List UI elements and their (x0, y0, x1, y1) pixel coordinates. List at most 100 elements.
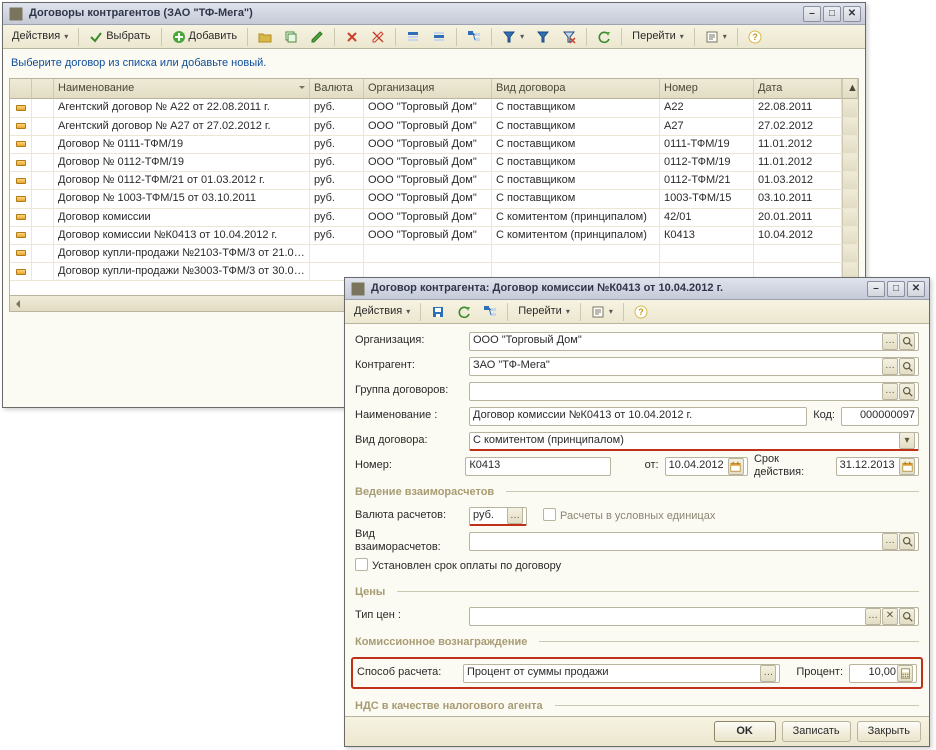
search-icon[interactable] (899, 383, 915, 400)
hierarchy-button[interactable] (462, 27, 486, 47)
search-icon[interactable] (899, 533, 915, 550)
table-row[interactable]: Агентский договор № А27 от 27.02.2012 г.… (10, 118, 858, 136)
funnel-off-icon (562, 30, 576, 44)
counterparty-input[interactable]: ЗАО "ТФ-Мега"… (469, 357, 919, 376)
main-titlebar[interactable]: Договоры контрагентов (ЗАО "ТФ-Мега") – … (3, 3, 865, 25)
grid-header[interactable]: Наименование Валюта Организация Вид дого… (10, 79, 858, 99)
calc-icon[interactable] (897, 665, 913, 682)
edit-button[interactable] (305, 27, 329, 47)
table-row[interactable]: Договор комиссии №К0413 от 10.04.2012 г.… (10, 227, 858, 245)
filter-set-button[interactable]: ▾ (497, 27, 529, 47)
date-valid-input[interactable]: 31.12.2013 (836, 457, 919, 476)
properties-button[interactable]: ▾ (700, 27, 732, 47)
number-input[interactable]: К0413 (465, 457, 610, 476)
price-type-input[interactable]: …✕ (469, 607, 919, 626)
dlg-close-button[interactable]: ✕ (907, 281, 925, 297)
dlg-help-button[interactable] (629, 302, 653, 322)
search-icon[interactable] (899, 358, 915, 375)
table-row[interactable]: Договор купли-продажи №2103-ТФМ/3 от 21.… (10, 245, 858, 263)
dlg-save-button[interactable] (426, 302, 450, 322)
cell-type (492, 245, 660, 263)
actions-menu[interactable]: Действия▾ (7, 27, 73, 47)
table-row[interactable]: Агентский договор № А22 от 22.08.2011 г.… (10, 99, 858, 117)
type-select[interactable]: С комитентом (принципалом)▾ (469, 432, 919, 451)
currency-input[interactable]: руб.… (469, 507, 527, 526)
dlg-maximize-button[interactable]: □ (887, 281, 905, 297)
copy-button[interactable] (279, 27, 303, 47)
main-maximize-button[interactable]: □ (823, 6, 841, 22)
col-type[interactable]: Вид договора (492, 79, 660, 99)
add-button[interactable]: Добавить (167, 27, 243, 47)
main-title: Договоры контрагентов (ЗАО "ТФ-Мега") (29, 7, 797, 20)
table-row[interactable]: Договор № 1003-ТФМ/15 от 03.10.2011руб.О… (10, 190, 858, 208)
dlg-props-button[interactable]: ▾ (586, 302, 618, 322)
chk-conventional[interactable]: Расчеты в условных единицах (543, 508, 715, 523)
table-row[interactable]: Договор № 0112-ТФМ/21 от 01.03.2012 г.ру… (10, 172, 858, 190)
select-button[interactable]: Выбрать (84, 27, 155, 47)
refresh-icon (597, 30, 611, 44)
filter-off-button[interactable] (557, 27, 581, 47)
ellipsis-icon[interactable]: … (760, 665, 776, 682)
folder-icon (258, 30, 272, 44)
dialog-titlebar[interactable]: Договор контрагента: Договор комиссии №К… (345, 278, 929, 300)
dlg-minimize-button[interactable]: – (867, 281, 885, 297)
dlg-actions-menu[interactable]: Действия▾ (349, 302, 415, 322)
col-name[interactable]: Наименование (54, 79, 310, 99)
ellipsis-icon[interactable]: … (882, 383, 898, 400)
goto-menu[interactable]: Перейти▾ (627, 27, 689, 47)
main-close-button[interactable]: ✕ (843, 6, 861, 22)
col-date[interactable]: Дата (754, 79, 842, 99)
disable-edit-button[interactable] (366, 27, 390, 47)
code-input[interactable]: 000000097 (841, 407, 919, 426)
filter-value-button[interactable] (531, 27, 555, 47)
help-icon (748, 30, 762, 44)
col-org[interactable]: Организация (364, 79, 492, 99)
dlg-refresh-button[interactable] (452, 302, 476, 322)
calc-input[interactable]: Процент от суммы продажи… (463, 664, 780, 683)
ellipsis-icon[interactable]: … (507, 507, 523, 524)
col-icon[interactable] (32, 79, 54, 99)
chk-pay-term[interactable]: Установлен срок оплаты по договору (355, 558, 561, 573)
row-icon (10, 245, 32, 263)
ellipsis-icon[interactable]: … (882, 333, 898, 350)
table-row[interactable]: Договор № 0111-ТФМ/19руб.ООО "Торговый Д… (10, 136, 858, 154)
group-input[interactable]: … (469, 382, 919, 401)
table-row[interactable]: Договор комиссиируб.ООО "Торговый Дом"С … (10, 209, 858, 227)
refresh-button[interactable] (592, 27, 616, 47)
table-row[interactable]: Договор № 0112-ТФМ/19руб.ООО "Торговый Д… (10, 154, 858, 172)
mark-delete-button[interactable] (340, 27, 364, 47)
help-button[interactable] (743, 27, 767, 47)
main-minimize-button[interactable]: – (803, 6, 821, 22)
col-handle[interactable] (10, 79, 32, 99)
chevron-down-icon[interactable]: ▾ (899, 432, 915, 449)
col-scroll: ▲ (842, 79, 858, 99)
name-input[interactable]: Договор комиссии №К0413 от 10.04.2012 г. (469, 407, 807, 426)
pencil-icon (310, 30, 324, 44)
add-group-button[interactable] (253, 27, 277, 47)
ellipsis-icon[interactable]: … (865, 608, 881, 625)
ellipsis-icon[interactable]: … (882, 533, 898, 550)
row-icon (10, 118, 32, 136)
write-button[interactable]: Записать (782, 721, 851, 742)
search-icon[interactable] (899, 608, 915, 625)
col-number[interactable]: Номер (660, 79, 754, 99)
dlg-goto-menu[interactable]: Перейти▾ (513, 302, 575, 322)
move-item-button[interactable] (427, 27, 451, 47)
ok-button[interactable]: OK (714, 721, 776, 742)
grid-body[interactable]: Агентский договор № А22 от 22.08.2011 г.… (10, 99, 858, 295)
col-currency[interactable]: Валюта (310, 79, 364, 99)
calendar-icon[interactable] (899, 458, 915, 475)
close-button[interactable]: Закрыть (857, 721, 921, 742)
funnel-icon (536, 30, 550, 44)
search-icon[interactable] (899, 333, 915, 350)
clear-icon[interactable]: ✕ (882, 608, 898, 625)
percent-input[interactable]: 10,00 (849, 664, 917, 683)
dlg-tree-button[interactable] (478, 302, 502, 322)
date-from-input[interactable]: 10.04.2012 (665, 457, 748, 476)
org-input[interactable]: ООО "Торговый Дом"… (469, 332, 919, 351)
settle-type-input[interactable]: … (469, 532, 919, 551)
move-top-button[interactable] (401, 27, 425, 47)
ellipsis-icon[interactable]: … (882, 358, 898, 375)
cell-name: Агентский договор № А27 от 27.02.2012 г. (54, 118, 310, 136)
calendar-icon[interactable] (728, 458, 744, 475)
